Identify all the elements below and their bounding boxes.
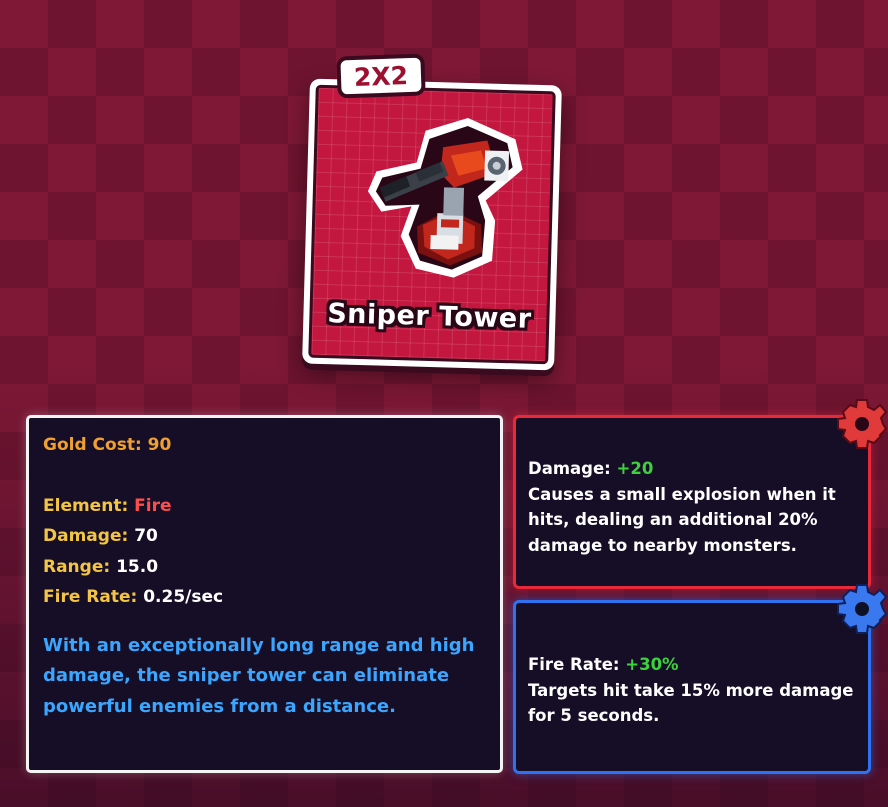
upgrade-panel-damage[interactable]: Damage: +20 Causes a small explosion whe…: [513, 415, 871, 589]
gold-cost-value: 90: [147, 435, 172, 455]
upgrade-damage-label: Damage:: [528, 459, 611, 478]
element-label: Element:: [43, 495, 129, 516]
element-row: Element: Fire: [43, 491, 486, 522]
stats-panel: Gold Cost: 90 Element: Fire Damage: 70 R…: [26, 415, 503, 773]
range-row: Range: 15.0: [43, 552, 486, 583]
tower-card-face: Sniper Tower: [308, 84, 556, 365]
fire-rate-row: Fire Rate: 0.25/sec: [43, 582, 486, 613]
range-value: 15.0: [116, 556, 159, 577]
damage-value: 70: [134, 526, 158, 546]
fire-rate-label: Fire Rate:: [43, 587, 138, 607]
card-title: Sniper Tower: [326, 298, 532, 335]
tower-card[interactable]: Sniper Tower: [302, 78, 562, 371]
upgrade-fire-rate-label: Fire Rate:: [528, 655, 620, 674]
upgrade-panel-fire-rate[interactable]: Fire Rate: +30% Targets hit take 15% mor…: [513, 600, 871, 774]
upgrade-fire-rate-description: Targets hit take 15% more damage for 5 s…: [528, 680, 854, 726]
gold-cost-label: Gold Cost:: [43, 435, 142, 455]
damage-row: Damage: 70: [43, 521, 486, 552]
damage-label: Damage:: [43, 526, 129, 546]
gear-icon[interactable]: [836, 398, 888, 450]
fire-rate-value: 0.25/sec: [143, 587, 224, 607]
element-value: Fire: [134, 495, 172, 516]
upgrade-damage-header: Damage: +20: [528, 456, 856, 482]
sniper-tower-icon: [367, 117, 523, 278]
range-label: Range:: [43, 556, 111, 577]
upgrade-fire-rate-bonus: +30%: [625, 655, 679, 674]
upgrade-damage-bonus: +20: [616, 459, 654, 478]
gold-cost-row: Gold Cost: 90: [43, 430, 486, 461]
tower-description: With an exceptionally long range and hig…: [43, 634, 475, 717]
size-badge: 2X2: [336, 53, 426, 99]
upgrade-fire-rate-header: Fire Rate: +30%: [528, 652, 856, 678]
upgrade-damage-description: Causes a small explosion when it hits, d…: [528, 484, 836, 555]
gear-icon[interactable]: [836, 583, 888, 635]
